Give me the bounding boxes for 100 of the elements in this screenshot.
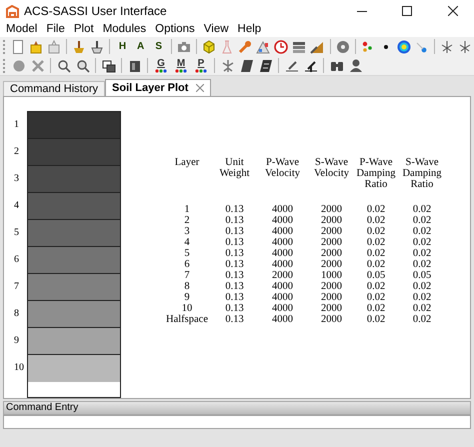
table-cell: 0.05 [366, 270, 386, 281]
table-cell: 4000 [272, 237, 293, 248]
column-header: P-Wave Damping Ratio [355, 157, 397, 190]
disc-icon[interactable] [334, 38, 351, 54]
layer-number: 1 [14, 120, 19, 130]
clock-icon[interactable] [273, 38, 290, 54]
table-cell: 4000 [272, 314, 293, 325]
close-icon[interactable] [448, 6, 458, 16]
table-cell: 0.02 [412, 292, 432, 303]
window-title: ACS-SASSI User Interface [24, 3, 167, 20]
layer-number: 5 [14, 228, 19, 238]
chart-icon[interactable] [255, 38, 272, 54]
table-cell: 4 [184, 237, 190, 248]
table-cell: 2000 [321, 292, 342, 303]
table-cell: 0.05 [412, 270, 432, 281]
toolbar-button[interactable]: P [198, 58, 204, 68]
table-cell: 0.13 [225, 215, 244, 226]
toolbar-grip[interactable] [3, 40, 6, 54]
table-cell: 4000 [272, 215, 293, 226]
table-cell: 2000 [321, 248, 342, 259]
table-cell: 4000 [272, 281, 293, 292]
app-logo-icon [6, 4, 19, 18]
windows-icon[interactable] [100, 58, 116, 74]
menu-item[interactable]: Modules [102, 20, 146, 38]
table-cell: 6 [184, 259, 190, 270]
table-cell: 0.02 [366, 303, 386, 314]
table-cell: 2000 [321, 237, 342, 248]
toolbar-button[interactable]: S [150, 38, 168, 55]
table-cell: 0.13 [225, 259, 244, 270]
tab[interactable]: Soil Layer Plot [105, 79, 212, 96]
table-cell: 4000 [272, 303, 293, 314]
table-cell: 3 [184, 226, 190, 237]
tab[interactable]: Command History [3, 81, 106, 96]
layer-number: 10 [14, 362, 24, 372]
table-cell: 0.02 [366, 281, 386, 292]
table-cell: 0.13 [225, 314, 244, 325]
column-header: P-Wave Velocity [264, 157, 301, 181]
bust-icon[interactable] [348, 58, 364, 74]
layer-number: 3 [14, 174, 19, 184]
table-cell: 2 [184, 215, 190, 226]
table-cell: 4000 [272, 292, 293, 303]
table-cell: 0.13 [225, 270, 244, 281]
page-icon[interactable] [10, 38, 26, 54]
table-cell: 1000 [321, 270, 342, 281]
table-cell: 0.13 [225, 281, 244, 292]
dots-icon [155, 68, 167, 72]
table-cell: 0.02 [412, 215, 432, 226]
table-cell: 2000 [321, 303, 342, 314]
table-cell: 4000 [272, 204, 293, 215]
toolbar-grip[interactable] [3, 58, 6, 72]
table-cell: 0.02 [366, 237, 386, 248]
table-cell: 8 [184, 281, 190, 292]
layer-number: 4 [14, 200, 19, 210]
table-cell: 0.13 [225, 292, 244, 303]
maximize-icon[interactable] [402, 6, 412, 16]
target-icon[interactable] [396, 38, 412, 54]
column-header: S-Wave Velocity [313, 157, 350, 181]
table-cell: 4000 [272, 259, 293, 270]
toolbar-button[interactable]: A [132, 38, 150, 55]
table-cell: 0.02 [412, 237, 432, 248]
table-cell: 0.02 [366, 215, 386, 226]
layer-number: 8 [14, 308, 19, 318]
table-cell: Halfspace [166, 314, 208, 325]
slab-icon[interactable] [258, 58, 274, 74]
table-cell: 9 [184, 292, 190, 303]
search-icon[interactable] [56, 58, 72, 74]
dots-icon [195, 68, 207, 72]
cube-icon[interactable] [200, 38, 217, 54]
table-cell: 10 [182, 303, 192, 314]
dots-icon [175, 68, 187, 72]
toolbar-button[interactable]: H [113, 38, 132, 55]
pot-icon[interactable] [89, 38, 106, 54]
table-cell: 5 [184, 248, 190, 259]
table-cell: 0.02 [366, 204, 386, 215]
column-header: Layer [174, 157, 200, 170]
command-input-field[interactable] [3, 415, 471, 429]
table-cell: 0.02 [366, 314, 386, 325]
table-cell: 0.02 [412, 303, 432, 314]
menu-item[interactable]: Help [238, 20, 262, 38]
menu-item[interactable]: View [204, 20, 229, 38]
table-cell: 4000 [272, 226, 293, 237]
table-cell: 0.13 [225, 248, 244, 259]
column-header: S-Wave Damping Ratio [401, 157, 443, 190]
zoom-icon[interactable] [74, 58, 90, 74]
table-cell: 2000 [321, 314, 342, 325]
table-cell: 2000 [321, 281, 342, 292]
table-cell: 0.02 [366, 292, 386, 303]
table-cell: 0.02 [412, 259, 432, 270]
table-cell: 0.02 [366, 248, 386, 259]
table-cell: 0.13 [225, 204, 244, 215]
slab-icon[interactable] [238, 58, 254, 74]
menu-item[interactable]: Options [155, 20, 195, 38]
table-cell: 2000 [321, 259, 342, 270]
toolbar-button[interactable]: M [176, 58, 186, 68]
table-cell: 0.02 [412, 248, 432, 259]
menu-item[interactable]: Plot [74, 20, 94, 38]
toolbar-button[interactable]: G [157, 58, 165, 68]
folder-icon[interactable] [28, 38, 44, 54]
menu-item[interactable]: File [46, 20, 65, 38]
menu-item[interactable]: Model [6, 20, 38, 38]
